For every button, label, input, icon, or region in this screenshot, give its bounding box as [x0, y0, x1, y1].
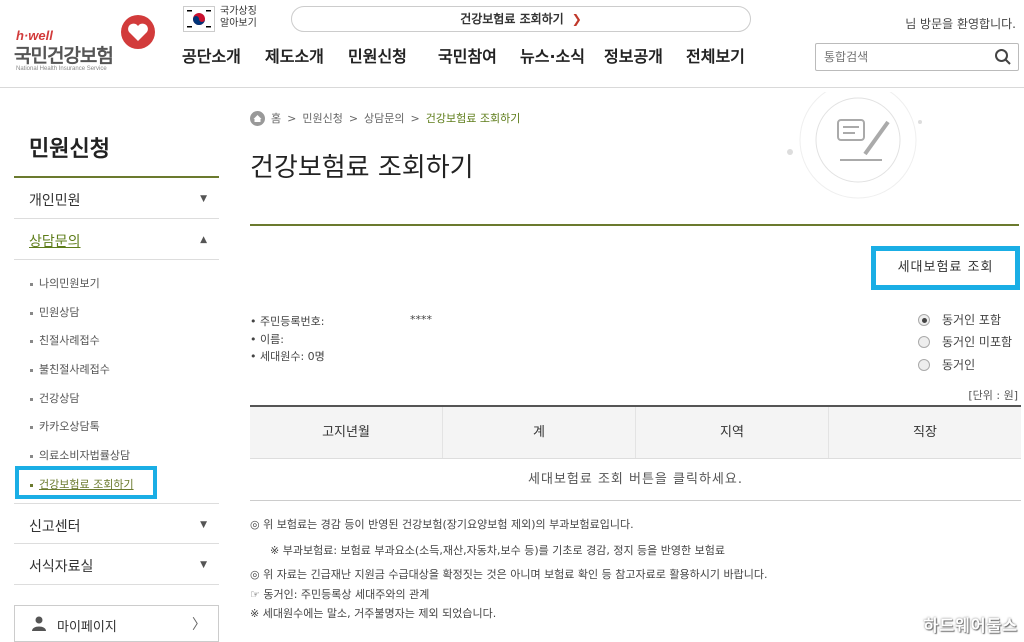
chevron-down-icon: ▼	[200, 194, 207, 204]
radio-include-cohabitant[interactable]: 동거인 포함	[918, 311, 1001, 328]
note-line: ◎ 위 보험료는 경감 등이 반영된 건강보험(장기요양보험 제외)의 부과보험…	[250, 518, 634, 531]
global-nav: 공단소개 제도소개 민원신청 국민참여 뉴스·소식 정보공개 전체보기	[182, 43, 745, 69]
chevron-up-icon: ▲	[200, 235, 207, 245]
chevron-right-icon: 〉	[192, 617, 206, 633]
sidebar-item-label: 상담문의	[29, 234, 81, 250]
national-symbol-link[interactable]: 국가상징 알아보기	[183, 6, 283, 32]
radio-checked-icon[interactable]	[918, 313, 930, 326]
nav-disclosure[interactable]: 정보공개	[604, 43, 686, 69]
symbol-label-1: 국가상징	[220, 6, 257, 17]
title-divider	[250, 224, 1019, 226]
nav-civil[interactable]: 민원신청	[348, 43, 438, 69]
sidebar-title: 민원신청	[29, 137, 110, 162]
resident-number-label: • 주민등록번호:	[250, 315, 325, 328]
breadcrumb-separator: >	[348, 111, 359, 125]
radio-label: 동거인 미포함	[942, 335, 1013, 349]
name-label: • 이름:	[250, 333, 284, 346]
breadcrumb-separator: >	[287, 111, 297, 125]
breadcrumb-civil[interactable]: 민원신청	[302, 110, 342, 126]
premium-lookup-label: 건강보험료 조회하기	[460, 12, 564, 26]
table-empty-row: 세대보험료 조회 버튼을 클릭하세요.	[250, 459, 1021, 501]
highlight-box-submenu	[15, 466, 157, 499]
submenu-kind-case[interactable]: 친절사례접수	[30, 332, 100, 348]
premium-table: 고지년월 계 지역 직장 세대보험료 조회 버튼을 클릭하세요.	[250, 405, 1021, 501]
submenu-my-petitions[interactable]: 나의민원보기	[30, 275, 100, 291]
resident-number-value: ****	[410, 313, 432, 326]
mypage-button[interactable]: 마이페이지 〉	[14, 605, 219, 642]
submenu-medical-law[interactable]: 의료소비자법률상담	[30, 447, 130, 463]
nav-system[interactable]: 제도소개	[265, 43, 348, 69]
sidebar-item-label: 서식자료실	[29, 559, 94, 575]
name-row: • 이름:	[250, 331, 284, 347]
search-icon[interactable]	[994, 48, 1012, 66]
radio-label: 동거인 포함	[942, 313, 1002, 327]
submenu-consulting[interactable]: 민원상담	[30, 304, 79, 320]
submenu-kakao-talk[interactable]: 카카오상담톡	[30, 418, 100, 434]
sidebar-item-personal[interactable]: 개인민원 ▼	[14, 178, 219, 219]
radio-unchecked-icon[interactable]	[918, 335, 930, 348]
heart-logo-icon	[121, 15, 155, 49]
nav-all[interactable]: 전체보기	[686, 43, 745, 69]
breadcrumb-separator: >	[410, 111, 420, 125]
breadcrumb-home[interactable]: 홈	[271, 110, 281, 126]
breadcrumb-consult[interactable]: 상담문의	[364, 110, 404, 126]
resident-number-row: • 주민등록번호: ****	[250, 313, 432, 329]
chevron-down-icon: ▼	[200, 560, 207, 570]
nav-about[interactable]: 공단소개	[182, 43, 265, 69]
household-count-row: • 세대원수: 0명	[250, 348, 325, 364]
chevron-right-icon: ❯	[571, 12, 582, 26]
sidebar-item-forms[interactable]: 서식자료실 ▼	[14, 544, 219, 585]
breadcrumb: 홈 > 민원신청 > 상담문의 > 건강보험료 조회하기	[250, 110, 520, 126]
home-icon[interactable]	[250, 110, 265, 126]
radio-cohabitant-only[interactable]: 동거인	[918, 356, 975, 373]
table-header: 고지년월 계 지역 직장	[250, 407, 1021, 459]
submenu-health-consult[interactable]: 건강상담	[30, 390, 79, 406]
symbol-label-2: 알아보기	[220, 18, 257, 29]
nav-news[interactable]: 뉴스·소식	[520, 43, 604, 69]
breadcrumb-current: 건강보험료 조회하기	[425, 112, 521, 125]
household-premium-query-button[interactable]: 세대보험료 조회	[871, 246, 1020, 290]
logo-name: 국민건강보험	[14, 45, 114, 67]
submenu-unkind-case[interactable]: 불친절사례접수	[30, 361, 110, 377]
search-input[interactable]	[816, 44, 986, 70]
page-title: 건강보험료 조회하기	[250, 153, 474, 183]
watermark: 하드웨어둘스	[923, 616, 1018, 635]
chevron-down-icon: ▼	[200, 520, 207, 530]
korean-flag-icon	[183, 6, 215, 32]
search-box	[815, 43, 1019, 71]
radio-label: 동거인	[942, 358, 976, 372]
sidebar-item-report[interactable]: 신고센터 ▼	[14, 503, 219, 544]
unit-label: [단위 : 원]	[968, 389, 1018, 402]
sidebar-item-label: 개인민원	[29, 193, 81, 209]
welcome-text: 님 방문을 환영합니다.	[905, 17, 1016, 31]
sidebar-item-consult[interactable]: 상담문의 ▲	[14, 219, 219, 260]
nhis-logo[interactable]: h·well 국민건강보험 National Health Insurance …	[14, 12, 164, 72]
radio-exclude-cohabitant[interactable]: 동거인 미포함	[918, 333, 1012, 350]
note-line: ◎ 위 자료는 긴급재난 지원금 수급대상을 확정짓는 것은 아니며 보험료 확…	[250, 568, 768, 581]
note-line: ☞ 동거인: 주민등록상 세대주와의 관계	[250, 588, 430, 601]
sidebar-item-label: 신고센터	[29, 519, 81, 535]
premium-lookup-link[interactable]: 건강보험료 조회하기 ❯	[291, 6, 751, 32]
household-count-label: • 세대원수: 0명	[250, 350, 325, 363]
column-header-workplace: 직장	[828, 407, 1021, 458]
note-line: ※ 세대원수에는 말소, 거주불명자는 제외 되었습니다.	[250, 607, 497, 620]
person-icon	[32, 616, 46, 631]
mypage-label: 마이페이지	[57, 620, 117, 635]
logo-subtitle: National Health Insurance Service	[16, 66, 107, 72]
note-line: ※ 부과보험료: 보험료 부과요소(소득,재산,자동차,보수 등)를 기초로 경…	[270, 544, 726, 557]
column-header-regional: 지역	[635, 407, 828, 458]
consult-illustration-icon	[787, 92, 922, 199]
column-header-total: 계	[442, 407, 635, 458]
radio-unchecked-icon[interactable]	[918, 358, 930, 371]
site-header: h·well 국민건강보험 National Health Insurance …	[0, 0, 1024, 88]
nav-participation[interactable]: 국민참여	[438, 43, 520, 69]
column-header-month: 고지년월	[322, 425, 370, 440]
